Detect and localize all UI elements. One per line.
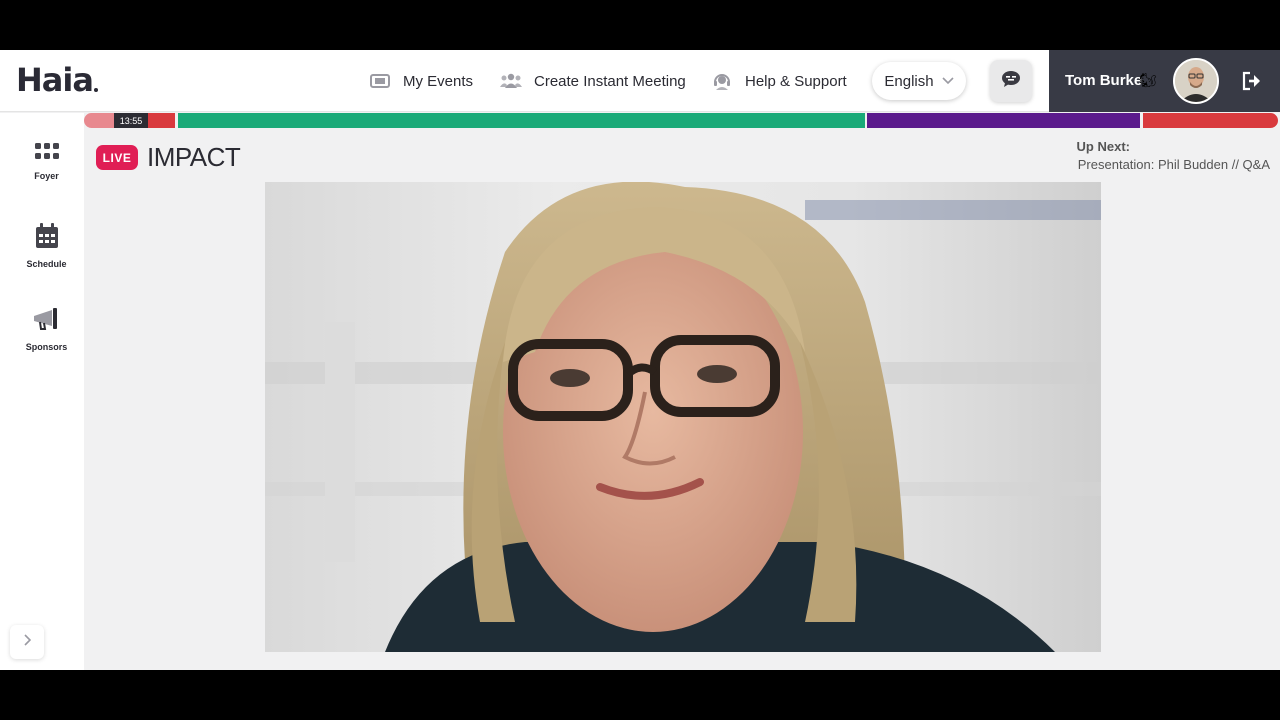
logo-dot <box>93 88 98 92</box>
nav-help-support-label: Help & Support <box>745 72 847 90</box>
people-icon <box>500 70 522 92</box>
session-timeline[interactable] <box>84 113 1278 129</box>
grid-icon <box>34 143 59 166</box>
haia-logo[interactable]: Haia <box>16 63 98 97</box>
timeline-segment-last[interactable] <box>1143 113 1278 128</box>
chat-bubble-icon <box>1001 70 1021 93</box>
megaphone-icon <box>32 308 62 337</box>
top-header: Haia My Events Create Instant Meeting He… <box>0 50 1280 112</box>
logout-icon[interactable] <box>1241 70 1263 92</box>
nav-my-events[interactable]: My Events <box>369 68 473 94</box>
letterbox-top <box>0 0 1280 50</box>
language-select[interactable]: English <box>872 62 966 100</box>
sidebar-item-schedule[interactable]: Schedule <box>0 223 93 269</box>
up-next-title[interactable]: Presentation: Phil Budden // Q&A <box>1078 157 1270 172</box>
sidebar-item-sponsors-label: Sponsors <box>25 342 68 352</box>
logo-text: Haia <box>16 61 94 99</box>
chevron-down-icon <box>942 72 954 90</box>
sidebar-item-schedule-label: Schedule <box>26 259 67 269</box>
nav-create-instant-meeting-label: Create Instant Meeting <box>534 72 686 90</box>
current-time-badge: 13:55 <box>114 113 148 128</box>
sidebar-item-foyer[interactable]: Foyer <box>0 143 93 181</box>
nav-create-instant-meeting[interactable]: Create Instant Meeting <box>500 68 686 94</box>
nav-my-events-label: My Events <box>403 72 474 90</box>
live-badge: LIVE <box>96 145 138 170</box>
sidebar-item-foyer-label: Foyer <box>34 171 59 181</box>
up-next-label: Up Next: <box>1076 139 1130 154</box>
avatar-icon[interactable] <box>1173 58 1219 104</box>
sidebar-collapse-button[interactable] <box>10 625 44 659</box>
app-window: Haia My Events Create Instant Meeting He… <box>0 50 1280 670</box>
ticket-icon <box>369 70 391 92</box>
language-label: English <box>884 72 934 90</box>
timeline-segment-next[interactable] <box>178 113 865 128</box>
timeline-segment-current[interactable] <box>148 113 175 128</box>
headset-icon <box>711 70 733 92</box>
letterbox-bottom <box>0 670 1280 720</box>
sidebar-item-sponsors[interactable]: Sponsors <box>0 308 93 352</box>
user-panel: Tom Burke 🐿 <box>1049 50 1280 112</box>
nav-help-support[interactable]: Help & Support <box>711 68 847 94</box>
timeline-segment-later[interactable] <box>867 113 1140 128</box>
left-sidebar: Foyer Schedule Sponsors <box>0 113 84 670</box>
user-name[interactable]: Tom Burke <box>1065 72 1142 89</box>
user-emoji: 🐿 <box>1139 72 1157 88</box>
video-player[interactable] <box>265 182 1101 652</box>
chat-button[interactable] <box>990 60 1032 102</box>
calendar-icon <box>35 223 59 254</box>
session-title: IMPACT <box>147 142 241 172</box>
chevron-right-icon <box>23 633 32 651</box>
speaker-video-frame <box>265 182 1101 652</box>
